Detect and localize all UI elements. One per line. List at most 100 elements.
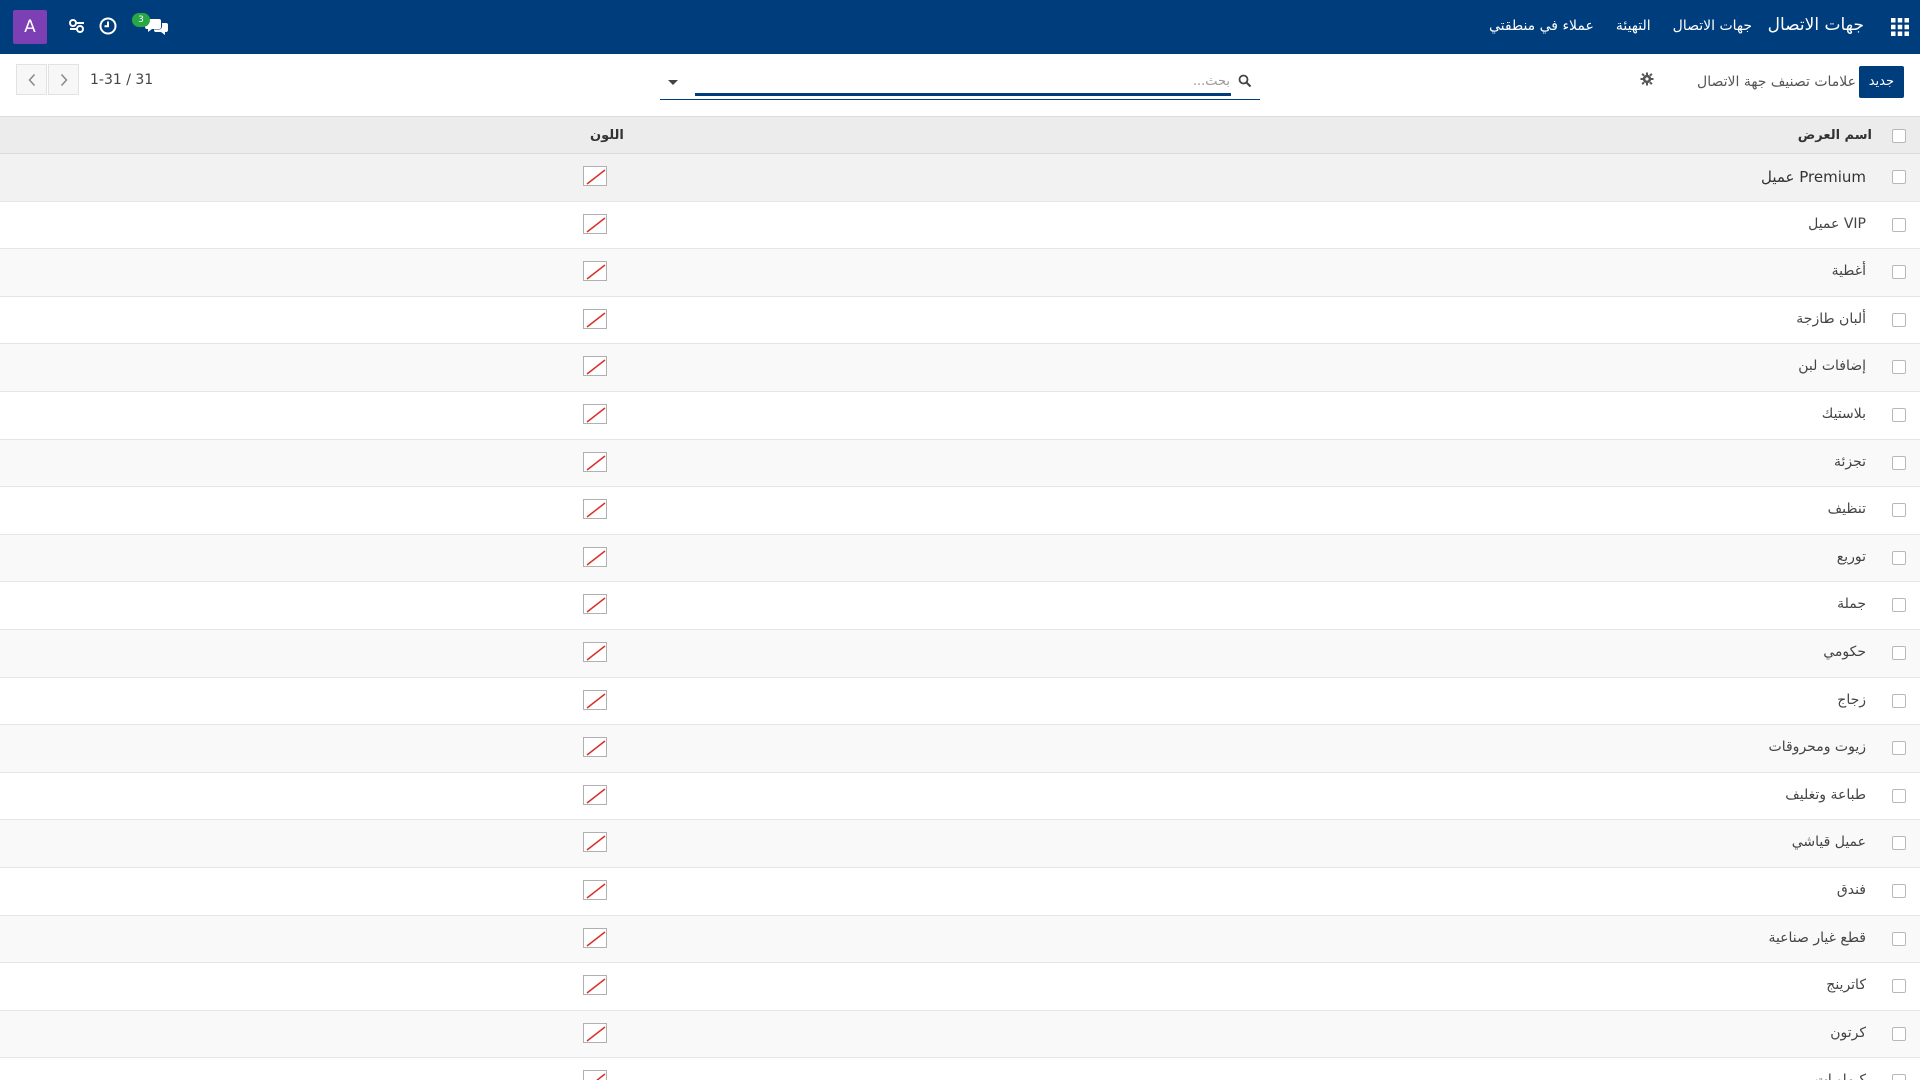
row-checkbox[interactable] <box>1892 979 1906 994</box>
table-row[interactable]: حكومي <box>0 629 1920 678</box>
row-checkbox[interactable] <box>1892 360 1906 375</box>
pager-previous-button[interactable] <box>16 64 47 95</box>
tag-display-name: عميل VIP <box>1808 215 1866 232</box>
row-checkbox[interactable] <box>1892 883 1906 898</box>
no-color-swatch-icon[interactable] <box>583 594 607 615</box>
row-checkbox[interactable] <box>1892 645 1906 660</box>
new-button[interactable]: جديد <box>1858 66 1904 98</box>
no-color-swatch-icon[interactable] <box>583 927 607 948</box>
table-row[interactable]: جملة <box>0 582 1920 630</box>
row-checkbox[interactable] <box>1892 407 1906 422</box>
table-row[interactable]: إضافات لبن <box>0 344 1920 392</box>
search-box <box>660 66 1260 100</box>
no-color-swatch-icon[interactable] <box>583 451 607 472</box>
table-row[interactable]: بلاستيك <box>0 391 1920 440</box>
table-row[interactable]: قطع غيار صناعية <box>0 915 1920 964</box>
row-checkbox[interactable] <box>1892 1074 1906 1080</box>
table-row[interactable]: زيوت ومحروقات <box>0 725 1920 773</box>
top-navbar: جهات الاتصال جهات الاتصال التهيئة عملاء … <box>0 0 1920 54</box>
row-checkbox[interactable] <box>1892 503 1906 518</box>
tag-display-name: تنظيف <box>1827 501 1866 518</box>
nav-menu: جهات الاتصال التهيئة عملاء في منطقتي <box>1489 18 1752 34</box>
nav-menu-item-configuration[interactable]: التهيئة <box>1616 18 1651 34</box>
no-color-swatch-icon[interactable] <box>583 641 607 662</box>
row-checkbox[interactable] <box>1892 931 1906 946</box>
no-color-swatch-icon[interactable] <box>583 879 607 900</box>
no-color-swatch-icon[interactable] <box>583 784 607 805</box>
row-checkbox[interactable] <box>1892 693 1906 708</box>
row-checkbox[interactable] <box>1892 741 1906 756</box>
row-checkbox[interactable] <box>1892 598 1906 613</box>
tags-list-view: اسم العرض اللون عميل Premium عميل VIP أغطي… <box>0 117 1920 1080</box>
row-checkbox[interactable] <box>1892 788 1906 803</box>
chat-unread-badge: 3 <box>132 13 150 27</box>
row-checkbox[interactable] <box>1892 217 1906 232</box>
row-checkbox[interactable] <box>1892 265 1906 280</box>
search-icon[interactable] <box>1238 73 1252 88</box>
table-row[interactable]: عميل VIP <box>0 201 1920 250</box>
search-input[interactable] <box>695 70 1230 92</box>
tag-display-name: زيوت ومحروقات <box>1768 739 1866 756</box>
caret-down-icon[interactable] <box>666 74 680 88</box>
no-color-swatch-icon[interactable] <box>583 737 607 758</box>
list-body: عميل Premium عميل VIP أغطية ألبان طازجة إضاف… <box>0 154 1920 1080</box>
no-color-swatch-icon[interactable] <box>583 1022 607 1043</box>
row-checkbox[interactable] <box>1892 836 1906 851</box>
tag-display-name: بلاستيك <box>1821 405 1866 422</box>
apps-grid-icon[interactable] <box>1890 17 1910 37</box>
table-row[interactable]: كيماويات <box>0 1058 1920 1080</box>
no-color-swatch-icon[interactable] <box>583 403 607 424</box>
nav-menu-item-customers-in-my-region[interactable]: عملاء في منطقتي <box>1489 18 1594 34</box>
gear-icon[interactable] <box>1640 71 1654 86</box>
chevron-left-icon <box>27 73 35 86</box>
no-color-swatch-icon[interactable] <box>583 832 607 853</box>
clock-icon[interactable] <box>98 16 118 36</box>
user-avatar[interactable]: A <box>13 10 47 44</box>
row-checkbox[interactable] <box>1892 455 1906 470</box>
no-color-swatch-icon[interactable] <box>583 499 607 520</box>
tag-display-name: تجزئة <box>1833 453 1866 470</box>
table-row[interactable]: ألبان طازجة <box>0 296 1920 345</box>
column-header-color[interactable]: اللون <box>590 128 624 143</box>
sliders-icon[interactable] <box>67 16 87 36</box>
no-color-swatch-icon[interactable] <box>583 546 607 567</box>
row-checkbox[interactable] <box>1892 170 1906 184</box>
table-row[interactable]: عميل Premium <box>0 154 1920 202</box>
column-header-display-name[interactable]: اسم العرض <box>1798 128 1872 143</box>
no-color-swatch-icon[interactable] <box>583 975 607 996</box>
tag-display-name: كيماويات <box>1815 1072 1866 1080</box>
tag-display-name: عميل قياشي <box>1791 834 1866 851</box>
table-row[interactable]: كاترينج <box>0 963 1920 1011</box>
tag-display-name: ألبان طازجة <box>1796 310 1866 327</box>
tag-display-name: توريع <box>1836 548 1866 565</box>
no-color-swatch-icon[interactable] <box>583 308 607 329</box>
list-header: اسم العرض اللون <box>0 117 1920 154</box>
table-row[interactable]: كرتون <box>0 1010 1920 1059</box>
search-focus-underline <box>695 93 1231 96</box>
row-checkbox[interactable] <box>1892 1026 1906 1041</box>
no-color-swatch-icon[interactable] <box>583 689 607 710</box>
tag-display-name: حكومي <box>1823 643 1866 660</box>
table-row[interactable]: توريع <box>0 534 1920 583</box>
no-color-swatch-icon[interactable] <box>583 213 607 234</box>
no-color-swatch-icon[interactable] <box>583 1070 607 1080</box>
select-all-checkbox[interactable] <box>1892 129 1906 143</box>
table-row[interactable]: زجاج <box>0 677 1920 726</box>
table-row[interactable]: طباعة وتغليف <box>0 772 1920 821</box>
table-row[interactable]: تجزئة <box>0 439 1920 488</box>
pager-next-button[interactable] <box>48 64 79 95</box>
no-color-swatch-icon[interactable] <box>583 356 607 377</box>
table-row[interactable]: عميل قياشي <box>0 820 1920 868</box>
pager-value[interactable]: 1-31 / 31 <box>90 72 153 88</box>
row-checkbox[interactable] <box>1892 550 1906 565</box>
table-row[interactable]: فندق <box>0 867 1920 916</box>
table-row[interactable]: تنظيف <box>0 487 1920 535</box>
nav-menu-item-contacts[interactable]: جهات الاتصال <box>1673 18 1752 34</box>
table-row[interactable]: أغطية <box>0 249 1920 297</box>
app-title[interactable]: جهات الاتصال <box>1768 15 1864 35</box>
tag-display-name: قطع غيار صناعية <box>1768 929 1866 946</box>
tag-display-name: طباعة وتغليف <box>1785 786 1866 803</box>
row-checkbox[interactable] <box>1892 312 1906 327</box>
no-color-swatch-icon[interactable] <box>583 166 607 186</box>
no-color-swatch-icon[interactable] <box>583 261 607 282</box>
